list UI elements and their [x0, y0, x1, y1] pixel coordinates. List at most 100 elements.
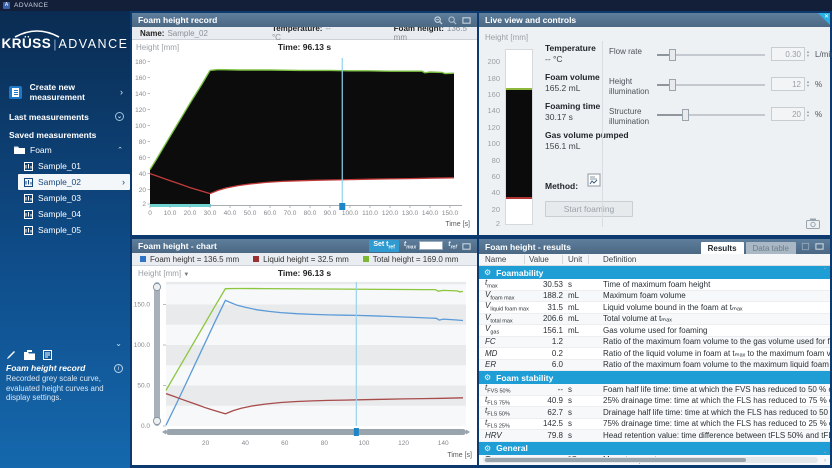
sidebar-item-sample_05[interactable]: Sample_05 — [0, 222, 130, 238]
svg-text:10.0: 10.0 — [164, 210, 177, 217]
spinner-arrows-icon[interactable]: ▲▼ — [806, 47, 813, 61]
gear-icon: ⚙ — [484, 268, 491, 277]
scroll-right-icon[interactable] — [466, 430, 470, 435]
slider-unit: L/min — [815, 50, 832, 59]
section-header-foamability[interactable]: ⚙Foamability — [479, 266, 830, 279]
height-chart[interactable]: 0.050.0100.0150.020406080100120140Time [… — [132, 280, 477, 468]
zoom-icon[interactable] — [448, 16, 457, 25]
results-horizontal-scrollbar[interactable] — [483, 457, 818, 463]
slider-handle[interactable] — [682, 109, 689, 121]
sidebar-item-saved-measurements[interactable]: Saved measurements — [0, 127, 130, 142]
section-header-foam-stability[interactable]: ⚙Foam stability — [479, 371, 830, 384]
svg-text:20.0: 20.0 — [184, 210, 197, 217]
camera-tick-label: 180 — [487, 74, 500, 83]
slider-handle[interactable] — [669, 49, 676, 61]
maximize-icon[interactable] — [462, 16, 471, 25]
row-definition: Foam half life time: time at which the F… — [589, 385, 830, 394]
table-row[interactable]: MD0.2Ratio of the liquid volume in foam … — [479, 348, 830, 360]
start-foaming-button[interactable]: Start foaming — [545, 201, 633, 217]
time-input[interactable] — [419, 241, 443, 250]
legend-swatch — [363, 256, 369, 262]
record-chart[interactable]: 010.020.030.040.050.060.070.080.090.0100… — [132, 54, 477, 237]
table-row[interactable]: tFLS 50%62.7sDrainage half life time: ti… — [479, 407, 830, 419]
cursor-scroll-marker[interactable] — [354, 428, 359, 436]
row-definition: Ratio of the maximum foam volume to the … — [589, 360, 830, 369]
horizontal-scrollbar[interactable] — [166, 429, 466, 435]
chevron-down-icon[interactable]: ⌄ — [115, 339, 122, 348]
spinner-arrows-icon[interactable]: ▲▼ — [806, 107, 813, 121]
slider-track[interactable] — [657, 84, 765, 86]
info-icon[interactable]: i — [114, 364, 123, 373]
camera-tick-label: 2 — [496, 219, 500, 228]
table-row[interactable]: Vfoam max188.2mLMaximum foam volume — [479, 291, 830, 303]
vertical-zoom-scrollbar[interactable] — [154, 282, 160, 426]
scroll-right-icon[interactable]: › — [824, 458, 826, 464]
table-row[interactable]: Vliquid foam max31.5mLLiquid volume boun… — [479, 302, 830, 314]
tmax-label[interactable]: tmax — [404, 241, 416, 250]
close-corner-icon[interactable]: ✕ — [824, 13, 829, 20]
table-row[interactable]: FC1.2Ratio of the maximum foam volume to… — [479, 337, 830, 349]
slider-track[interactable] — [657, 54, 765, 56]
time-cursor-handle[interactable] — [339, 203, 345, 210]
sidebar-item-sample_03[interactable]: Sample_03 — [0, 190, 130, 206]
slider-value-input[interactable]: 20 — [771, 107, 805, 121]
slider-value-input[interactable]: 12 — [771, 77, 805, 91]
table-row[interactable]: ER6.0Ratio of the maximum foam volume to… — [479, 360, 830, 372]
slider-handle[interactable] — [669, 79, 676, 91]
scroll-left-icon[interactable] — [162, 430, 166, 435]
maximize-icon[interactable] — [462, 242, 471, 251]
legend-item: Total height = 169.0 mm — [363, 255, 459, 264]
chevron-up-icon[interactable]: ⌃ — [117, 146, 123, 154]
table-row[interactable]: HRV79.8sHead retention value: time diffe… — [479, 430, 830, 442]
svg-text:90.0: 90.0 — [324, 210, 337, 217]
results-vertical-scroll[interactable]: ⌃⌄ — [821, 267, 829, 455]
svg-text:120: 120 — [135, 107, 146, 114]
table-row[interactable]: tFVS 50%--sFoam half life time: time at … — [479, 384, 830, 396]
camera-icon[interactable] — [806, 218, 820, 229]
sidebar-folder-foam[interactable]: Foam ⌃ — [0, 142, 130, 157]
export-folder-icon[interactable] — [24, 350, 35, 360]
tab-data-table[interactable]: Data table — [746, 242, 796, 254]
table-row[interactable]: tFLS 25%142.5s75% drainage time: time at… — [479, 419, 830, 431]
slider-value-input[interactable]: 0.30 — [771, 47, 805, 61]
sidebar-item-sample_02[interactable]: Sample_02› — [18, 174, 130, 190]
svg-text:40.0: 40.0 — [224, 210, 237, 217]
chart-cursor-time: Time: 96.13 s — [132, 268, 477, 278]
zoom-reset-icon[interactable] — [434, 16, 443, 25]
row-name: Vliquid foam max — [479, 301, 525, 313]
row-definition: 25% drainage time: time at which the FLS… — [589, 396, 830, 405]
chart-panel: Foam height - chart Set tref tmax tref F… — [132, 239, 477, 465]
method-icon[interactable] — [587, 173, 601, 187]
set-tref-button[interactable]: Set tref — [369, 240, 399, 251]
live-camera-view — [505, 49, 533, 225]
col-unit: Unit — [563, 255, 589, 264]
chevron-down-circle-icon[interactable]: ⌄ — [115, 112, 124, 121]
zoom-handle-top[interactable] — [153, 283, 160, 290]
tab-results[interactable]: Results — [701, 242, 744, 254]
grey-scale-region — [150, 70, 454, 204]
report-icon[interactable] — [43, 350, 52, 360]
chart-panel-header: Foam height - chart Set tref tmax tref — [132, 239, 477, 253]
table-row[interactable]: Vtotal max206.6mLTotal volume at tₘₐₓ — [479, 314, 830, 326]
table-row[interactable]: Vgas156.1mLGas volume used for foaming — [479, 325, 830, 337]
slider-track[interactable] — [657, 114, 765, 116]
scrollbar-handle[interactable] — [485, 458, 746, 462]
svg-text:120: 120 — [398, 440, 409, 447]
sidebar-item-last-measurements[interactable]: Last measurements ⌄ — [0, 109, 130, 124]
tref-label[interactable]: tref — [448, 241, 457, 250]
sidebar-item-sample_04[interactable]: Sample_04 — [0, 206, 130, 222]
section-header-general[interactable]: ⚙General — [479, 442, 830, 455]
notes-icon[interactable] — [6, 350, 16, 360]
record-chart-labels: Height [mm] Time: 96.13 s — [132, 40, 477, 54]
slider-fill — [657, 114, 685, 116]
folder-icon — [14, 145, 25, 154]
camera-tick-label: 140 — [487, 106, 500, 115]
zoom-handle-bottom[interactable] — [153, 417, 160, 424]
table-row[interactable]: tmax30.53sTime of maximum foam height — [479, 279, 830, 291]
export-icon[interactable] — [801, 242, 810, 251]
table-row[interactable]: tFLS 75%40.9s25% drainage time: time at … — [479, 396, 830, 408]
spinner-arrows-icon[interactable]: ▲▼ — [806, 77, 813, 91]
create-new-measurement-button[interactable]: Create new measurement › — [0, 81, 130, 103]
sidebar-item-sample_01[interactable]: Sample_01 — [0, 158, 130, 174]
maximize-icon[interactable] — [815, 242, 824, 251]
